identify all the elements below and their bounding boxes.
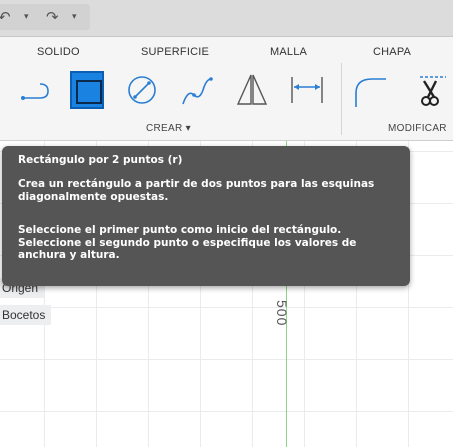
fillet-icon [355,78,386,107]
undo-icon[interactable]: ↶ [0,10,11,26]
tooltip-instruction-2: Seleccione el segundo punto o especifiqu… [18,236,357,262]
rectangle-2-point-tool[interactable] [70,71,104,109]
modify-menu[interactable]: MODIFICAR [388,123,447,134]
tab-chapa[interactable]: CHAPA [373,46,411,58]
tooltip-description: Crea un rectángulo a partir de dos punto… [18,178,375,203]
line-icon [21,83,49,100]
browser-item-bocetos[interactable]: Bocetos [0,305,52,325]
dimension-icon [291,77,323,103]
tool-tooltip: Rectángulo por 2 puntos (r) Crea un rect… [2,146,410,286]
mirror-tool[interactable] [235,71,269,109]
spline-tool[interactable] [180,71,214,109]
circle-icon [128,76,156,104]
tab-solido[interactable]: SOLIDO [37,46,80,58]
tab-malla[interactable]: MALLA [270,46,307,58]
group-divider [341,63,342,135]
trim-tool[interactable] [412,71,446,109]
create-menu[interactable]: CREAR ▾ [146,123,191,134]
quick-access-toolbar: ↶ ▾ ↷ ▾ [0,0,453,37]
redo-icon[interactable]: ↷ [46,10,59,26]
axis-dimension-label: 500 [274,300,290,327]
tooltip-instruction-1: Seleccione el primer punto como inicio d… [18,224,342,236]
tab-superficie[interactable]: SUPERFICIE [141,46,209,58]
mirror-icon [236,74,268,105]
scissors-icon [420,76,446,106]
tooltip-title: Rectángulo por 2 puntos (r) [18,154,183,166]
redo-dropdown-caret[interactable]: ▾ [72,11,77,22]
undo-dropdown-caret[interactable]: ▾ [24,11,29,22]
dimension-tool[interactable] [290,71,324,109]
undo-redo-group: ↶ ▾ ↷ ▾ [0,4,90,30]
rectangle-icon [76,80,102,104]
browser-item-label: Bocetos [2,308,46,322]
tooltip-instructions: Seleccione el primer punto como inicio d… [18,224,398,262]
spline-icon [182,77,213,105]
line-tool[interactable] [18,71,52,109]
circle-tool[interactable] [125,71,159,109]
ribbon: SOLIDO SUPERFICIE MALLA CHAPA CREAR ▾ MO… [0,37,453,141]
fillet-tool[interactable] [352,71,386,109]
